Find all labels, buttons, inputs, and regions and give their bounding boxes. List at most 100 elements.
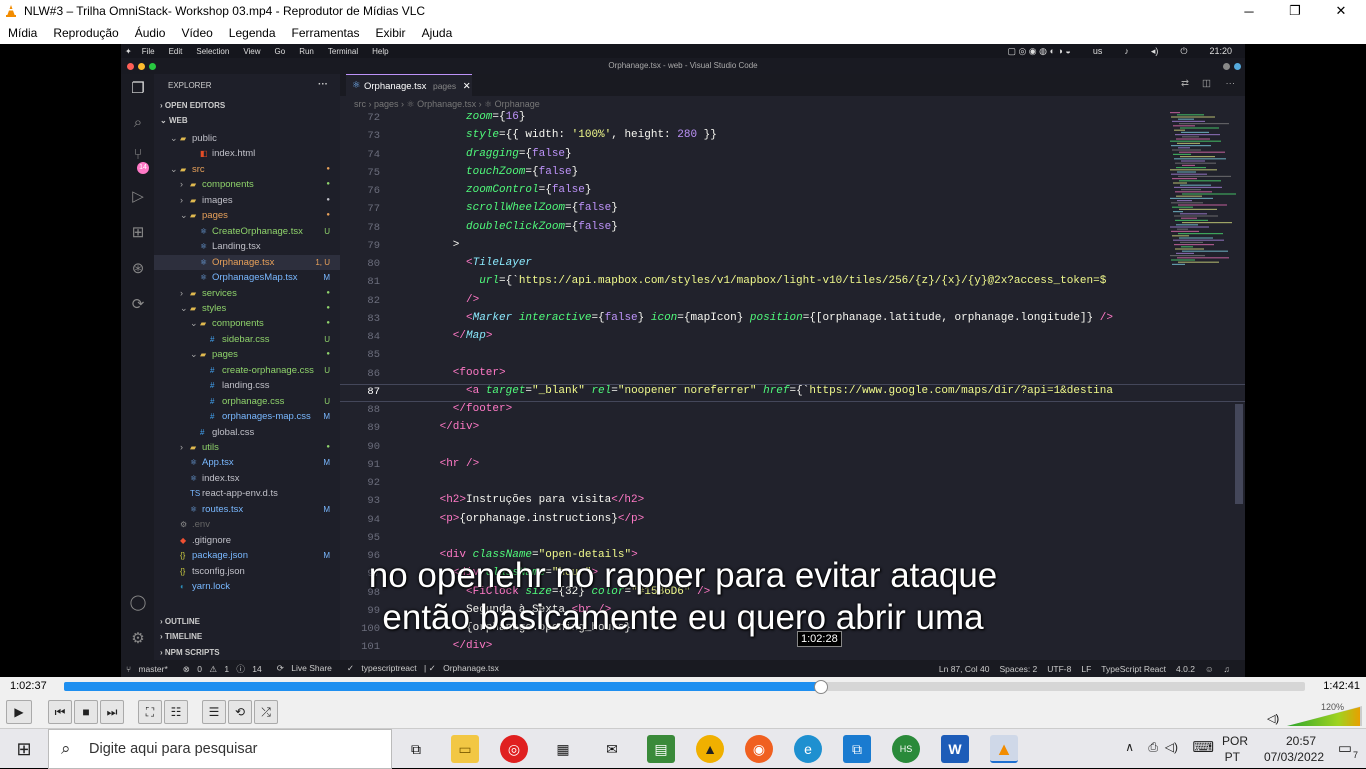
menu-midia[interactable]: Mídia: [0, 26, 45, 40]
more-actions-icon[interactable]: ···: [1226, 78, 1236, 89]
taskbar-time[interactable]: 20:57: [1286, 734, 1316, 748]
tree-item[interactable]: ⚙ .env: [154, 517, 340, 532]
tree-item[interactable]: # create-orphanage.css U: [154, 363, 340, 378]
close-button[interactable]: ✕: [1318, 0, 1364, 22]
web-folder-header[interactable]: ⌄ WEB: [160, 116, 188, 125]
start-windows-icon[interactable]: ⊞: [10, 735, 38, 763]
notification-icon[interactable]: ▭: [1338, 739, 1352, 757]
volume-control[interactable]: ◁) 120%: [1267, 700, 1362, 726]
search-icon: ⌕: [61, 739, 71, 758]
tree-item[interactable]: ⚛ CreateOrphanage.tsx U: [154, 224, 340, 239]
compare-icon[interactable]: ⇄: [1181, 78, 1189, 89]
input-lang-2[interactable]: PT: [1225, 750, 1240, 764]
tree-item[interactable]: › ▰ images ●: [154, 193, 340, 208]
lang-check-status[interactable]: ✓ typescriptreact | ✓ Orphanage.tsx: [347, 663, 504, 674]
indent-status[interactable]: Spaces: 2: [999, 664, 1037, 674]
input-lang-1[interactable]: POR: [1222, 734, 1248, 748]
fullscreen-button[interactable]: ⛶: [138, 700, 162, 724]
keyboard-icon[interactable]: ⌨: [1192, 738, 1214, 756]
extended-settings-button[interactable]: ☷: [164, 700, 188, 724]
minimize-button[interactable]: ─: [1226, 0, 1272, 22]
menu-reproducao[interactable]: Reprodução: [45, 26, 126, 40]
menu-ajuda[interactable]: Ajuda: [414, 26, 461, 40]
tree-item[interactable]: ⌄ ▰ public: [154, 131, 340, 146]
tree-item[interactable]: ⚛ Orphanage.tsx 1, U: [154, 254, 340, 270]
tree-item[interactable]: ⚛ Landing.tsx: [154, 239, 340, 254]
tree-item[interactable]: ⌄ ▰ styles ●: [154, 301, 340, 316]
hs-app-icon[interactable]: HS: [892, 735, 920, 763]
media-app-icon[interactable]: ◎: [500, 735, 528, 763]
store-icon[interactable]: ▦: [549, 735, 577, 763]
bell-icon[interactable]: ♫: [1224, 664, 1230, 674]
tree-item[interactable]: # global.css: [154, 425, 340, 440]
language-status[interactable]: TypeScript React: [1101, 664, 1166, 674]
menu-audio[interactable]: Áudio: [127, 26, 174, 40]
tree-item[interactable]: › ▰ utils ●: [154, 440, 340, 455]
problems-status[interactable]: ⊗ 0 ⚠ 1 ⓘ 14: [183, 663, 267, 675]
mail-icon[interactable]: ✉: [598, 735, 626, 763]
tab-close-icon[interactable]: ✕: [463, 81, 471, 92]
tree-item[interactable]: # sidebar.css U: [154, 332, 340, 347]
branch-status[interactable]: ⑂ master*: [126, 664, 173, 674]
cursor-position[interactable]: Ln 87, Col 40: [939, 664, 990, 674]
feedback-icon[interactable]: ☺: [1205, 664, 1214, 674]
previous-button[interactable]: ⏮: [48, 700, 72, 724]
firefox-icon[interactable]: ◉: [745, 735, 773, 763]
restore-button[interactable]: ❐: [1272, 0, 1318, 22]
chevron-icon: ⌄: [190, 318, 198, 329]
next-button[interactable]: ⏭: [100, 700, 124, 724]
word-icon[interactable]: W: [941, 735, 969, 763]
split-editor-icon[interactable]: ◫: [1202, 78, 1211, 89]
avast-icon[interactable]: ▲: [696, 735, 724, 763]
tree-item[interactable]: ⌄ ▰ pages ●: [154, 347, 340, 362]
menu-exibir[interactable]: Exibir: [368, 26, 414, 40]
tree-item[interactable]: # orphanages-map.css M: [154, 409, 340, 424]
tree-item[interactable]: ⌄ ▰ components ●: [154, 316, 340, 331]
live-share-status[interactable]: ⟳ Live Share: [277, 663, 337, 674]
eol-status[interactable]: LF: [1081, 664, 1091, 674]
open-editors-header[interactable]: › OPEN EDITORS: [160, 101, 225, 110]
breadcrumb[interactable]: src › pages › ⚛ Orphanage.tsx › ⚛ Orphan…: [340, 96, 1245, 112]
taskbar-date[interactable]: 07/03/2022: [1264, 750, 1324, 764]
edge-icon[interactable]: e: [794, 735, 822, 763]
tree-item[interactable]: ◧ index.html: [154, 146, 340, 161]
tree-item[interactable]: ⌄ ▰ src ●: [154, 162, 340, 177]
tray-chevron-icon[interactable]: ∧: [1125, 740, 1134, 754]
speaker-icon[interactable]: ◁): [1267, 712, 1279, 725]
menu-ferramentas[interactable]: Ferramentas: [284, 26, 368, 40]
shuffle-button[interactable]: ⤮: [254, 700, 278, 724]
volume-slider[interactable]: [1287, 706, 1362, 726]
tree-item[interactable]: ◆ .gitignore: [154, 533, 340, 548]
tree-item[interactable]: ⚛ App.tsx M: [154, 455, 340, 470]
tree-item[interactable]: › ▰ components ●: [154, 177, 340, 192]
stop-button[interactable]: ■: [74, 700, 98, 724]
seek-handle[interactable]: [814, 680, 828, 694]
encoding-status[interactable]: UTF-8: [1047, 664, 1071, 674]
tree-item[interactable]: # landing.css: [154, 378, 340, 393]
sound-icon[interactable]: ◁): [1165, 740, 1178, 754]
vscode-icon[interactable]: ⧉: [843, 735, 871, 763]
menu-video[interactable]: Vídeo: [173, 26, 220, 40]
vlc-taskbar-icon[interactable]: ▲: [990, 735, 1018, 763]
tree-item[interactable]: › ▰ services ●: [154, 286, 340, 301]
chart-app-icon[interactable]: ▤: [647, 735, 675, 763]
tree-item[interactable]: TS react-app-env.d.ts: [154, 486, 340, 501]
tree-item[interactable]: ⚛ OrphanagesMap.tsx M: [154, 270, 340, 285]
menu-legenda[interactable]: Legenda: [221, 26, 284, 40]
ts-version[interactable]: 4.0.2: [1176, 664, 1195, 674]
tree-item[interactable]: # orphanage.css U: [154, 394, 340, 409]
task-view-icon[interactable]: ⧉: [402, 735, 430, 763]
playlist-button[interactable]: ☰: [202, 700, 226, 724]
tree-item[interactable]: ⌄ ▰ pages ●: [154, 208, 340, 223]
tree-item[interactable]: ⚛ routes.tsx M: [154, 502, 340, 517]
taskbar-search-box[interactable]: ⌕ Digite aqui para pesquisar: [48, 729, 392, 769]
seek-bar[interactable]: [64, 682, 1305, 691]
play-button[interactable]: ▶: [6, 700, 32, 724]
loop-button[interactable]: ⟲: [228, 700, 252, 724]
tree-item[interactable]: ⚛ index.tsx: [154, 471, 340, 486]
npm-scripts-header[interactable]: › NPM SCRIPTS: [160, 648, 220, 657]
network-icon[interactable]: ⎙: [1148, 740, 1158, 755]
file-explorer-icon[interactable]: ▭: [451, 735, 479, 763]
tab-orphanage[interactable]: ⚛ Orphanage.tsx pages ✕: [346, 74, 472, 96]
editor-scrollbar[interactable]: [1235, 404, 1243, 504]
